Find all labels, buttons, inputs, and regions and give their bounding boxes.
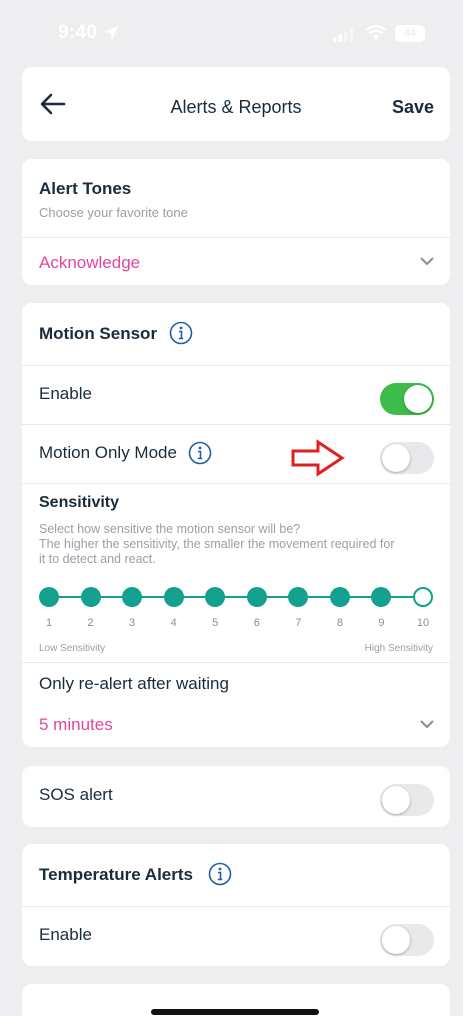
temperature-enable-toggle[interactable] [380, 924, 434, 956]
motion-enable-label: Enable [39, 384, 92, 403]
motion-sensor-card: Motion Sensor Enable Motion Only Mode Se… [22, 303, 450, 747]
alert-tones-subtitle: Choose your favorite tone [39, 205, 188, 220]
alert-tone-value: Acknowledge [39, 253, 141, 272]
sensitivity-level-label: 2 [87, 617, 94, 629]
slider-track [48, 596, 424, 598]
divider [22, 365, 450, 366]
temperature-alerts-card: Temperature Alerts Enable [22, 844, 450, 966]
sensitivity-level-label: 5 [212, 617, 219, 629]
motion-enable-toggle[interactable] [380, 383, 434, 415]
info-icon[interactable] [188, 441, 212, 465]
alert-tone-select[interactable]: Acknowledge [22, 238, 450, 285]
sensitivity-level-1[interactable] [39, 587, 59, 607]
sensitivity-description-line: Select how sensitive the motion sensor w… [39, 522, 301, 536]
sensitivity-description-line: The higher the sensitivity, the smaller … [39, 537, 395, 551]
high-sensitivity-label: High Sensitivity [364, 643, 433, 654]
sensitivity-level-label: 8 [336, 617, 343, 629]
sensitivity-level-label: 1 [45, 617, 53, 629]
sensitivity-level-2[interactable] [80, 587, 101, 607]
battery-icon: 44 [395, 25, 425, 42]
sensitivity-level-label: 3 [129, 617, 136, 629]
divider [22, 662, 450, 663]
sensitivity-level-3[interactable] [122, 587, 143, 607]
realert-select[interactable]: 5 minutes [22, 703, 450, 747]
status-bar: 9:40 44 [0, 0, 463, 66]
toggle-knob [404, 385, 432, 413]
chevron-down-icon [420, 720, 434, 728]
wifi-icon [366, 25, 386, 40]
sensitivity-level-8[interactable] [329, 587, 350, 607]
location-arrow-icon [104, 26, 118, 40]
motion-only-mode-label: Motion Only Mode [39, 443, 177, 462]
sos-alert-toggle[interactable] [380, 784, 434, 816]
temperature-alerts-title: Temperature Alerts [39, 865, 193, 884]
sos-card: SOS alert [22, 766, 450, 827]
sos-alert-label: SOS alert [39, 785, 113, 804]
sensitivity-level-9[interactable] [371, 587, 392, 607]
save-button[interactable]: Save [392, 97, 434, 118]
realert-label: Only re-alert after waiting [39, 674, 229, 693]
sensitivity-level-4[interactable] [163, 587, 184, 607]
alert-tones-card: Alert Tones Choose your favorite tone Ac… [22, 159, 450, 285]
sensitivity-description: Select how sensitive the motion sensor w… [39, 522, 439, 567]
low-sensitivity-label: Low Sensitivity [39, 643, 106, 654]
divider [22, 483, 450, 484]
annotation-arrow-icon [291, 439, 345, 477]
divider [22, 906, 450, 907]
divider [22, 424, 450, 425]
sensitivity-level-label: 7 [295, 617, 302, 629]
temperature-enable-label: Enable [39, 925, 92, 944]
info-icon[interactable] [208, 862, 232, 886]
sensitivity-level-label: 4 [170, 617, 177, 629]
realert-value: 5 minutes [39, 715, 113, 734]
sensitivity-level-6[interactable] [246, 587, 267, 607]
toggle-knob [382, 444, 410, 472]
sensitivity-level-label: 9 [378, 617, 385, 629]
sensitivity-slider[interactable] [39, 585, 433, 609]
home-indicator [151, 1009, 319, 1015]
sensitivity-level-label: 6 [253, 617, 260, 629]
alert-tones-title: Alert Tones [39, 179, 132, 198]
sensitivity-level-5[interactable] [205, 587, 226, 607]
sensitivity-level-10[interactable] [413, 587, 433, 607]
sensitivity-description-line: it to detect and react. [39, 552, 156, 566]
toggle-knob [382, 786, 410, 814]
sensitivity-level-7[interactable] [288, 587, 309, 607]
toggle-knob [382, 926, 410, 954]
motion-sensor-title: Motion Sensor [39, 324, 158, 343]
sensitivity-level-label: 10 [416, 617, 430, 629]
page-title: Alerts & Reports [170, 97, 302, 117]
info-icon[interactable] [169, 321, 193, 345]
sensitivity-title: Sensitivity [39, 494, 120, 511]
chevron-down-icon [420, 257, 434, 265]
header-bar: Alerts & Reports Save [22, 67, 450, 141]
motion-only-mode-toggle[interactable] [380, 442, 434, 474]
cellular-signal-icon [333, 28, 353, 42]
status-time: 9:40 [58, 22, 98, 43]
